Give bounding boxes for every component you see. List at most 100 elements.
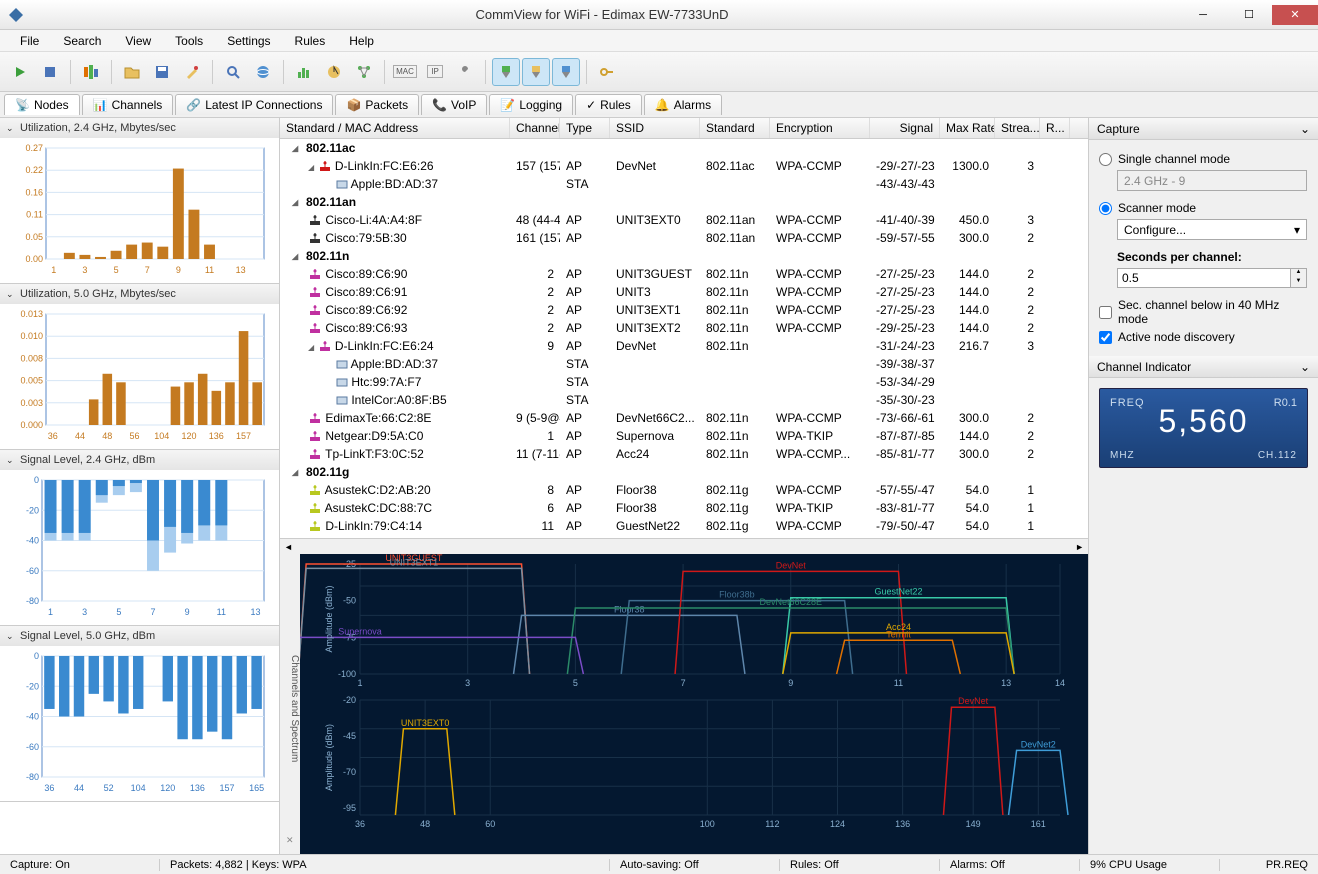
svg-text:5: 5	[114, 265, 119, 275]
table-row[interactable]: Cisco:79:5B:30161 (157-161@40...AP802.11…	[280, 229, 1088, 247]
col-streams[interactable]: Strea...	[995, 118, 1040, 138]
nodes-table[interactable]: Standard / MAC Address Channel Type SSID…	[280, 118, 1088, 538]
col-r[interactable]: R...	[1040, 118, 1070, 138]
col-type[interactable]: Type	[560, 118, 610, 138]
table-subrow[interactable]: Apple:BD:AD:37STA-43/-43/-43	[280, 175, 1088, 193]
panel-sig50-header[interactable]: ⌄Signal Level, 5.0 GHz, dBm	[0, 626, 279, 646]
single-channel-radio[interactable]: Single channel mode	[1099, 152, 1308, 166]
panel-util24-header[interactable]: ⌄Utilization, 2.4 GHz, Mbytes/sec	[0, 118, 279, 138]
active-discovery-check[interactable]: Active node discovery	[1099, 330, 1308, 344]
table-row[interactable]: EdimaxTe:66:C2:8E9 (5-9@40)APDevNet66C2.…	[280, 409, 1088, 427]
wrench-button[interactable]	[451, 58, 479, 86]
table-row[interactable]: Netgear:D9:5A:C01APSupernova802.11nWPA-T…	[280, 427, 1088, 445]
stop-button[interactable]	[36, 58, 64, 86]
table-row[interactable]: D-LinkIn:79:C4:1411APGuestNet22802.11gWP…	[280, 517, 1088, 535]
spin-down-icon[interactable]: ▼	[1291, 278, 1306, 287]
svg-text:Supernova: Supernova	[338, 626, 382, 636]
tab-nodes[interactable]: 📡Nodes	[4, 94, 80, 115]
globe-button[interactable]	[249, 58, 277, 86]
col-channel[interactable]: Channel	[510, 118, 560, 138]
col-ssid[interactable]: SSID	[610, 118, 700, 138]
col-encryption[interactable]: Encryption	[770, 118, 870, 138]
tab-connections[interactable]: 🔗Latest IP Connections	[175, 94, 333, 115]
channels-button[interactable]	[77, 58, 105, 86]
save-button[interactable]	[148, 58, 176, 86]
left-sidebar: ⌄Utilization, 2.4 GHz, Mbytes/sec 0.00 0.…	[0, 118, 280, 854]
sec-channel-check[interactable]: Sec. channel below in 40 MHz mode	[1099, 298, 1308, 326]
stats1-button[interactable]	[290, 58, 318, 86]
ip-button[interactable]: IP	[421, 58, 449, 86]
svg-text:0.00: 0.00	[25, 254, 43, 264]
table-row[interactable]: Cisco-Li:4A:A4:8F48 (44-48@40)APUNIT3EXT…	[280, 211, 1088, 229]
seconds-input[interactable]	[1117, 268, 1291, 288]
svg-text:7: 7	[681, 678, 686, 688]
key-button[interactable]	[593, 58, 621, 86]
menu-view[interactable]: View	[113, 32, 163, 50]
filter-m-button[interactable]	[522, 58, 550, 86]
tab-rules[interactable]: ✓Rules	[575, 94, 642, 115]
tab-logging[interactable]: 📝Logging	[489, 94, 573, 115]
panel-util50-header[interactable]: ⌄Utilization, 5.0 GHz, Mbytes/sec	[0, 284, 279, 304]
table-group-header[interactable]: ◢ 802.11g	[280, 463, 1088, 481]
statusbar: Capture: On Packets: 4,882 | Keys: WPA A…	[0, 854, 1318, 874]
close-button[interactable]: ✕	[1272, 5, 1318, 25]
table-subrow[interactable]: Apple:BD:AD:37STA-39/-38/-37	[280, 355, 1088, 373]
clear-button[interactable]	[178, 58, 206, 86]
col-standard[interactable]: Standard	[700, 118, 770, 138]
table-row[interactable]: AsustekC:D2:AB:208APFloor38802.11gWPA-CC…	[280, 481, 1088, 499]
status-autosave: Auto-saving: Off	[610, 859, 780, 871]
table-row[interactable]: Tp-LinkT:F3:0C:5211 (7-11@40)APAcc24802.…	[280, 445, 1088, 463]
status-cpu: 9% CPU Usage	[1080, 859, 1220, 871]
svg-text:-80: -80	[26, 772, 39, 782]
table-row[interactable]: Cisco:89:C6:912APUNIT3802.11nWPA-CCMP-27…	[280, 283, 1088, 301]
stats2-button[interactable]	[320, 58, 348, 86]
table-row[interactable]: Cisco:89:C6:922APUNIT3EXT1802.11nWPA-CCM…	[280, 301, 1088, 319]
menu-rules[interactable]: Rules	[283, 32, 338, 50]
table-row[interactable]: Cisco:89:C6:932APUNIT3EXT2802.11nWPA-CCM…	[280, 319, 1088, 337]
svg-text:-20: -20	[26, 681, 39, 691]
hscrollbar[interactable]: ◄►	[280, 538, 1088, 554]
capture-header[interactable]: Capture⌄	[1089, 118, 1318, 140]
nodes-button[interactable]	[350, 58, 378, 86]
menu-search[interactable]: Search	[51, 32, 113, 50]
col-maxrate[interactable]: Max Rate	[940, 118, 995, 138]
tab-packets[interactable]: 📦Packets	[335, 94, 419, 115]
tab-voip[interactable]: 📞VoIP	[421, 94, 487, 115]
svg-text:104: 104	[154, 431, 169, 441]
find-button[interactable]	[219, 58, 247, 86]
table-row[interactable]: ◢ D-LinkIn:FC:E6:26157 (157-161@40...APD…	[280, 157, 1088, 175]
tab-alarms[interactable]: 🔔Alarms	[644, 94, 722, 115]
mac-button[interactable]: MAC	[391, 58, 419, 86]
seconds-spinbox[interactable]: ▲▼	[1117, 268, 1307, 288]
play-button[interactable]	[6, 58, 34, 86]
configure-select[interactable]: Configure...▾	[1117, 219, 1307, 240]
svg-text:0.27: 0.27	[25, 143, 43, 153]
minimize-button[interactable]: ─	[1180, 5, 1226, 25]
spectrum-chart: Channels and Spectrum -25-50-75-10013579…	[280, 554, 1088, 854]
table-subrow[interactable]: IntelCor:A0:8F:B5STA-35/-30/-23	[280, 391, 1088, 409]
menu-help[interactable]: Help	[337, 32, 386, 50]
panel-sig24-header[interactable]: ⌄Signal Level, 2.4 GHz, dBm	[0, 450, 279, 470]
table-subrow[interactable]: Htc:99:7A:F7STA-53/-34/-29	[280, 373, 1088, 391]
spin-up-icon[interactable]: ▲	[1291, 269, 1306, 278]
col-signal[interactable]: Signal	[870, 118, 940, 138]
filter-c-button[interactable]	[552, 58, 580, 86]
menu-file[interactable]: File	[8, 32, 51, 50]
table-group-header[interactable]: ◢ 802.11an	[280, 193, 1088, 211]
col-mac[interactable]: Standard / MAC Address	[280, 118, 510, 138]
table-row[interactable]: ◢ D-LinkIn:FC:E6:249APDevNet802.11n-31/-…	[280, 337, 1088, 355]
menu-tools[interactable]: Tools	[163, 32, 215, 50]
scanner-mode-radio[interactable]: Scanner mode	[1099, 201, 1308, 215]
table-group-header[interactable]: ◢ 802.11n	[280, 247, 1088, 265]
filter-d-button[interactable]	[492, 58, 520, 86]
tab-channels[interactable]: 📊Channels	[82, 94, 174, 115]
table-group-header[interactable]: ◢ 802.11ac	[280, 139, 1088, 157]
table-row[interactable]: AsustekC:DC:88:7C6APFloor38802.11gWPA-TK…	[280, 499, 1088, 517]
maximize-button[interactable]: ☐	[1226, 5, 1272, 25]
spectrum-close-button[interactable]: ✕	[286, 835, 294, 846]
panel-title: Signal Level, 5.0 GHz, dBm	[20, 630, 155, 642]
menu-settings[interactable]: Settings	[215, 32, 282, 50]
open-button[interactable]	[118, 58, 146, 86]
table-row[interactable]: Cisco:89:C6:902APUNIT3GUEST802.11nWPA-CC…	[280, 265, 1088, 283]
indicator-header[interactable]: Channel Indicator⌄	[1089, 356, 1318, 378]
